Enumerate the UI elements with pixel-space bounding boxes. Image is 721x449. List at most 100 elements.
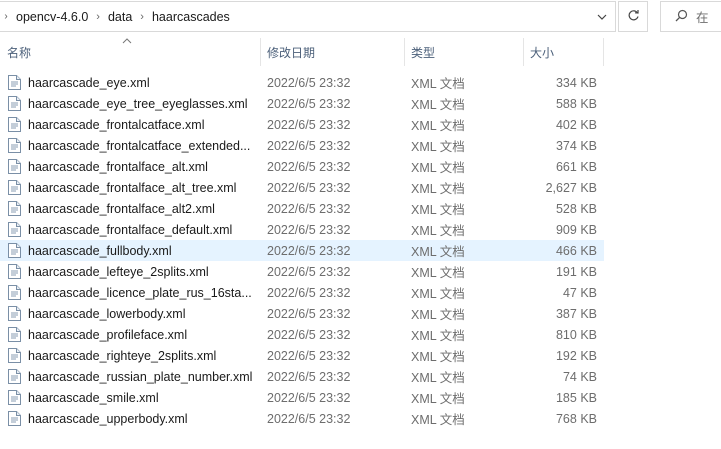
file-modified-date: 2022/6/5 23:32 xyxy=(267,264,351,279)
file-name: haarcascade_profileface.xml xyxy=(28,327,188,342)
file-modified-date: 2022/6/5 23:32 xyxy=(267,285,351,300)
file-type: XML 文档 xyxy=(411,140,465,154)
file-name: haarcascade_upperbody.xml xyxy=(28,411,188,426)
file-size: 466 KB xyxy=(555,243,597,258)
file-size: 185 KB xyxy=(555,390,597,405)
refresh-icon xyxy=(627,9,640,25)
search-icon xyxy=(675,9,688,25)
xml-file-icon xyxy=(8,180,21,195)
file-modified-date: 2022/6/5 23:32 xyxy=(267,117,351,132)
file-size: 374 KB xyxy=(555,138,597,153)
file-row[interactable]: haarcascade_frontalcatface_extended... 20… xyxy=(0,135,604,156)
xml-file-icon xyxy=(8,306,21,321)
address-bar[interactable]: › opencv-4.6.0 › data › haarcascades xyxy=(0,1,616,32)
file-row[interactable]: haarcascade_smile.xml 2022/6/5 23:32 XML 文… xyxy=(0,387,604,408)
file-type: XML 文档 xyxy=(411,329,465,343)
file-name: haarcascade_lowerbody.xml xyxy=(28,306,186,321)
file-row[interactable]: haarcascade_eye_tree_eyeglasses.xml 2022/… xyxy=(0,93,604,114)
xml-file-icon xyxy=(8,243,21,258)
xml-file-icon xyxy=(8,138,21,153)
file-type: XML 文档 xyxy=(411,161,465,175)
column-header-name[interactable]: 名称 xyxy=(0,38,261,66)
xml-file-icon xyxy=(8,222,21,237)
xml-file-icon xyxy=(8,201,21,216)
file-size: 191 KB xyxy=(555,264,597,279)
xml-file-icon xyxy=(8,75,21,90)
file-type: XML 文档 xyxy=(411,266,465,280)
file-name: haarcascade_russian_plate_number.xml xyxy=(28,369,253,384)
column-header-size[interactable]: 大小 xyxy=(524,38,604,66)
file-modified-date: 2022/6/5 23:32 xyxy=(267,201,351,216)
column-header-date-label: 修改日期 xyxy=(267,45,316,60)
file-row[interactable]: haarcascade_lowerbody.xml 2022/6/5 23:32 X… xyxy=(0,303,604,324)
file-name: haarcascade_fullbody.xml xyxy=(28,243,172,258)
file-modified-date: 2022/6/5 23:32 xyxy=(267,222,351,237)
sort-up-icon xyxy=(122,36,132,47)
breadcrumb-separator-icon[interactable]: › xyxy=(92,11,104,23)
search-input[interactable]: 在 xyxy=(660,1,721,32)
file-name: haarcascade_frontalcatface.xml xyxy=(28,117,205,132)
file-type: XML 文档 xyxy=(411,119,465,133)
file-size: 909 KB xyxy=(555,222,597,237)
file-name: haarcascade_lefteye_2splits.xml xyxy=(28,264,209,279)
file-row[interactable]: haarcascade_frontalface_alt2.xml 2022/6/5… xyxy=(0,198,604,219)
xml-file-icon xyxy=(8,285,21,300)
file-row[interactable]: haarcascade_frontalface_default.xml 2022/… xyxy=(0,219,604,240)
file-type: XML 文档 xyxy=(411,245,465,259)
refresh-button[interactable] xyxy=(618,1,648,32)
file-size: 47 KB xyxy=(562,285,597,300)
xml-file-icon xyxy=(8,117,21,132)
file-row[interactable]: haarcascade_fullbody.xml 2022/6/5 23:32 XM… xyxy=(0,240,604,261)
file-modified-date: 2022/6/5 23:32 xyxy=(267,96,351,111)
file-size: 334 KB xyxy=(555,75,597,90)
file-type: XML 文档 xyxy=(411,371,465,385)
file-row[interactable]: haarcascade_russian_plate_number.xml 2022… xyxy=(0,366,604,387)
chevron-down-icon[interactable] xyxy=(595,10,609,24)
file-size: 588 KB xyxy=(555,96,597,111)
file-modified-date: 2022/6/5 23:32 xyxy=(267,75,351,90)
breadcrumb-separator-icon[interactable]: › xyxy=(136,11,148,23)
column-header-date[interactable]: 修改日期 xyxy=(261,38,405,66)
search-placeholder: 在 xyxy=(696,11,709,25)
file-name: haarcascade_frontalface_alt_tree.xml xyxy=(28,180,237,195)
file-size: 768 KB xyxy=(555,411,597,426)
file-row[interactable]: haarcascade_licence_plate_rus_16sta... 20… xyxy=(0,282,604,303)
file-name: haarcascade_licence_plate_rus_16sta... xyxy=(28,285,252,300)
file-list: haarcascade_eye.xml 2022/6/5 23:32 XML 文档 3… xyxy=(0,72,604,429)
column-header-type[interactable]: 类型 xyxy=(405,38,524,66)
file-type: XML 文档 xyxy=(411,182,465,196)
breadcrumb-chevron-icon[interactable]: › xyxy=(0,11,12,22)
file-modified-date: 2022/6/5 23:32 xyxy=(267,411,351,426)
file-row[interactable]: haarcascade_righteye_2splits.xml 2022/6/5… xyxy=(0,345,604,366)
file-type: XML 文档 xyxy=(411,203,465,217)
file-type: XML 文档 xyxy=(411,98,465,112)
file-row[interactable]: haarcascade_frontalcatface.xml 2022/6/5 2… xyxy=(0,114,604,135)
file-type: XML 文档 xyxy=(411,413,465,427)
file-row[interactable]: haarcascade_eye.xml 2022/6/5 23:32 XML 文档 3… xyxy=(0,72,604,93)
xml-file-icon xyxy=(8,390,21,405)
xml-file-icon xyxy=(8,369,21,384)
file-modified-date: 2022/6/5 23:32 xyxy=(267,369,351,384)
file-type: XML 文档 xyxy=(411,350,465,364)
xml-file-icon xyxy=(8,96,21,111)
file-row[interactable]: haarcascade_frontalface_alt.xml 2022/6/5 … xyxy=(0,156,604,177)
file-modified-date: 2022/6/5 23:32 xyxy=(267,243,351,258)
file-size: 810 KB xyxy=(555,327,597,342)
file-row[interactable]: haarcascade_lefteye_2splits.xml 2022/6/5 … xyxy=(0,261,604,282)
file-row[interactable]: haarcascade_upperbody.xml 2022/6/5 23:32 X… xyxy=(0,408,604,429)
file-name: haarcascade_frontalface_alt.xml xyxy=(28,159,208,174)
file-name: haarcascade_eye.xml xyxy=(28,75,150,90)
file-size: 2,627 KB xyxy=(545,180,597,195)
breadcrumb-item-opencv[interactable]: opencv-4.6.0 xyxy=(12,10,92,24)
column-header-size-label: 大小 xyxy=(530,45,555,60)
breadcrumb-item-data[interactable]: data xyxy=(104,10,136,24)
breadcrumb-item-haarcascades[interactable]: haarcascades xyxy=(148,10,234,24)
file-type: XML 文档 xyxy=(411,287,465,301)
file-modified-date: 2022/6/5 23:32 xyxy=(267,306,351,321)
file-modified-date: 2022/6/5 23:32 xyxy=(267,138,351,153)
file-row[interactable]: haarcascade_profileface.xml 2022/6/5 23:3… xyxy=(0,324,604,345)
file-type: XML 文档 xyxy=(411,392,465,406)
file-size: 528 KB xyxy=(555,201,597,216)
xml-file-icon xyxy=(8,327,21,342)
file-row[interactable]: haarcascade_frontalface_alt_tree.xml 2022… xyxy=(0,177,604,198)
